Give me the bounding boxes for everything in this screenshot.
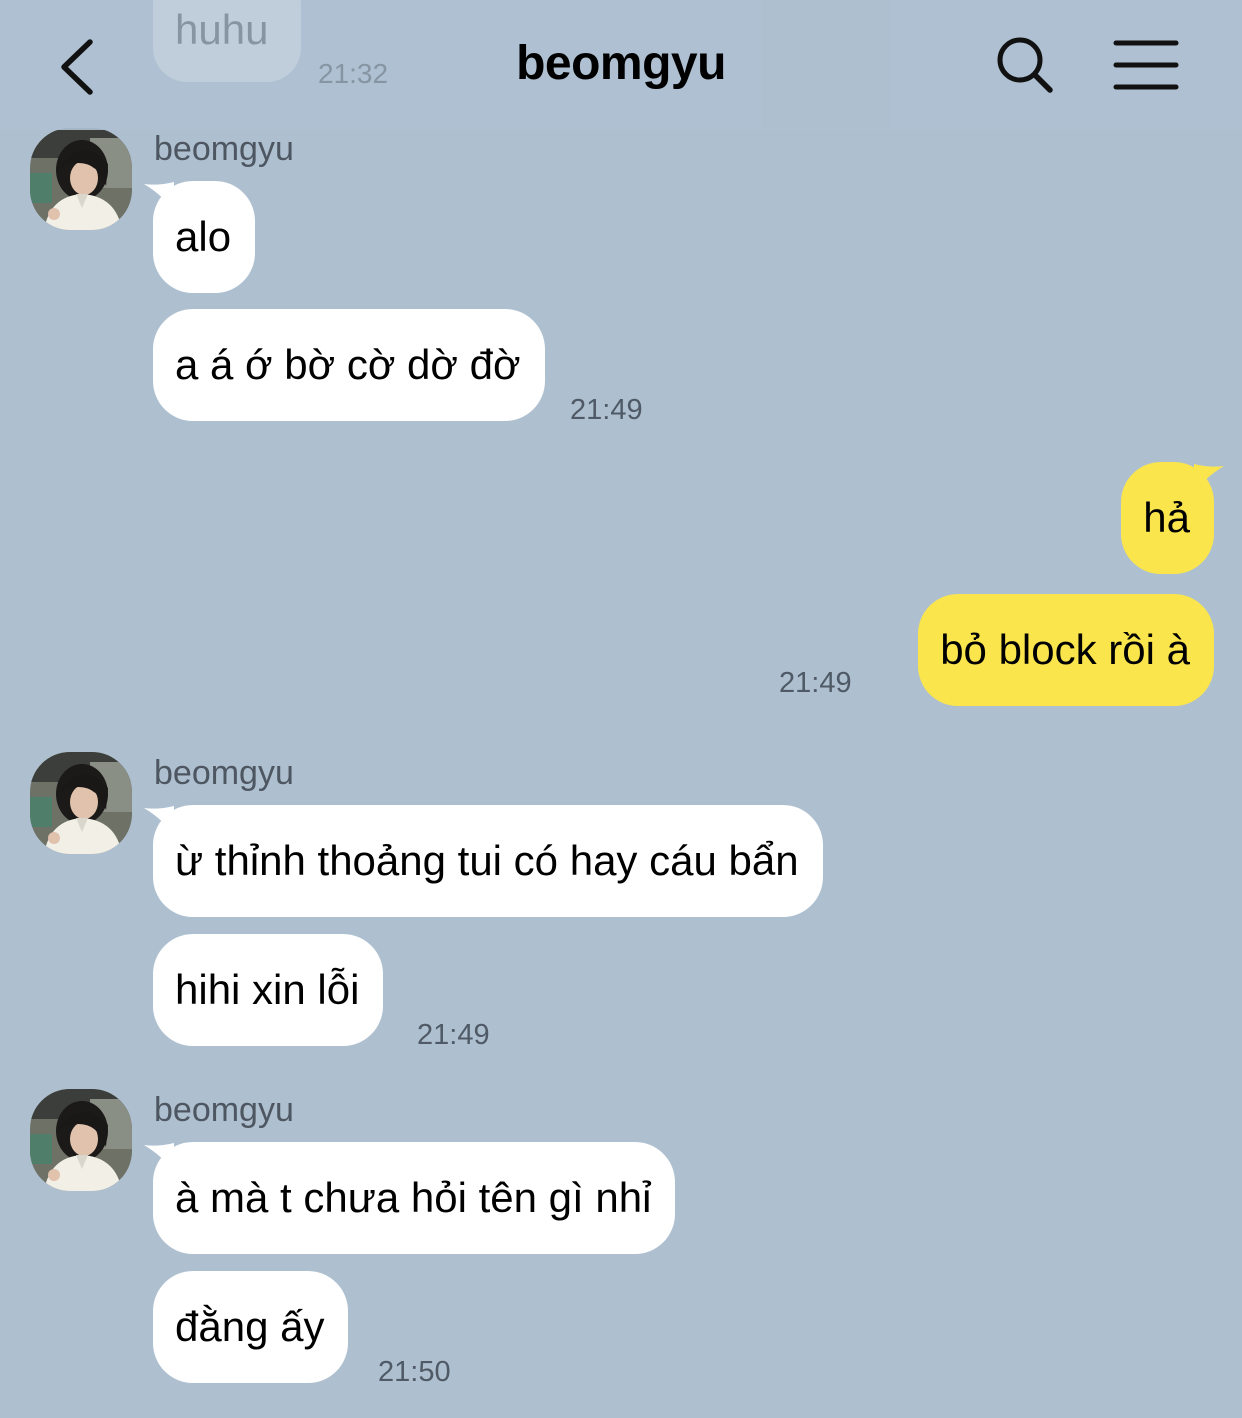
message-timestamp: 21:49 — [417, 1019, 490, 1051]
avatar[interactable] — [30, 1089, 132, 1191]
avatar[interactable] — [30, 128, 132, 230]
profile-photo — [30, 752, 132, 854]
previous-message-time: 21:32 — [318, 58, 389, 89]
message-timestamp: 21:49 — [570, 394, 643, 426]
incoming-message-bubble[interactable]: a á ớ bờ cờ dờ đờ — [153, 309, 545, 421]
profile-photo — [30, 1089, 132, 1191]
incoming-message-bubble[interactable]: ừ thỉnh thoảng tui có hay cáu bẩn — [153, 805, 823, 917]
outgoing-message-bubble[interactable]: hả — [1121, 462, 1214, 574]
previous-message-text: huhu — [175, 6, 269, 53]
message-timestamp: 21:49 — [779, 667, 852, 699]
incoming-message-bubble[interactable]: hihi xin lỗi — [153, 934, 384, 1046]
profile-photo — [30, 128, 132, 230]
sender-name: beomgyu — [154, 1091, 294, 1129]
incoming-message-bubble[interactable]: alo — [153, 181, 256, 293]
avatar[interactable] — [30, 752, 132, 854]
incoming-message-bubble[interactable]: đằng ấy — [153, 1271, 349, 1383]
previous-message: huhu 21:32 — [0, 0, 1242, 130]
sender-name: beomgyu — [154, 754, 294, 792]
sender-name: beomgyu — [154, 130, 294, 168]
outgoing-message-bubble[interactable]: bỏ block rồi à — [918, 594, 1214, 706]
message-timestamp: 21:50 — [378, 1356, 451, 1388]
incoming-message-bubble[interactable]: à mà t chưa hỏi tên gì nhỉ — [153, 1142, 676, 1254]
